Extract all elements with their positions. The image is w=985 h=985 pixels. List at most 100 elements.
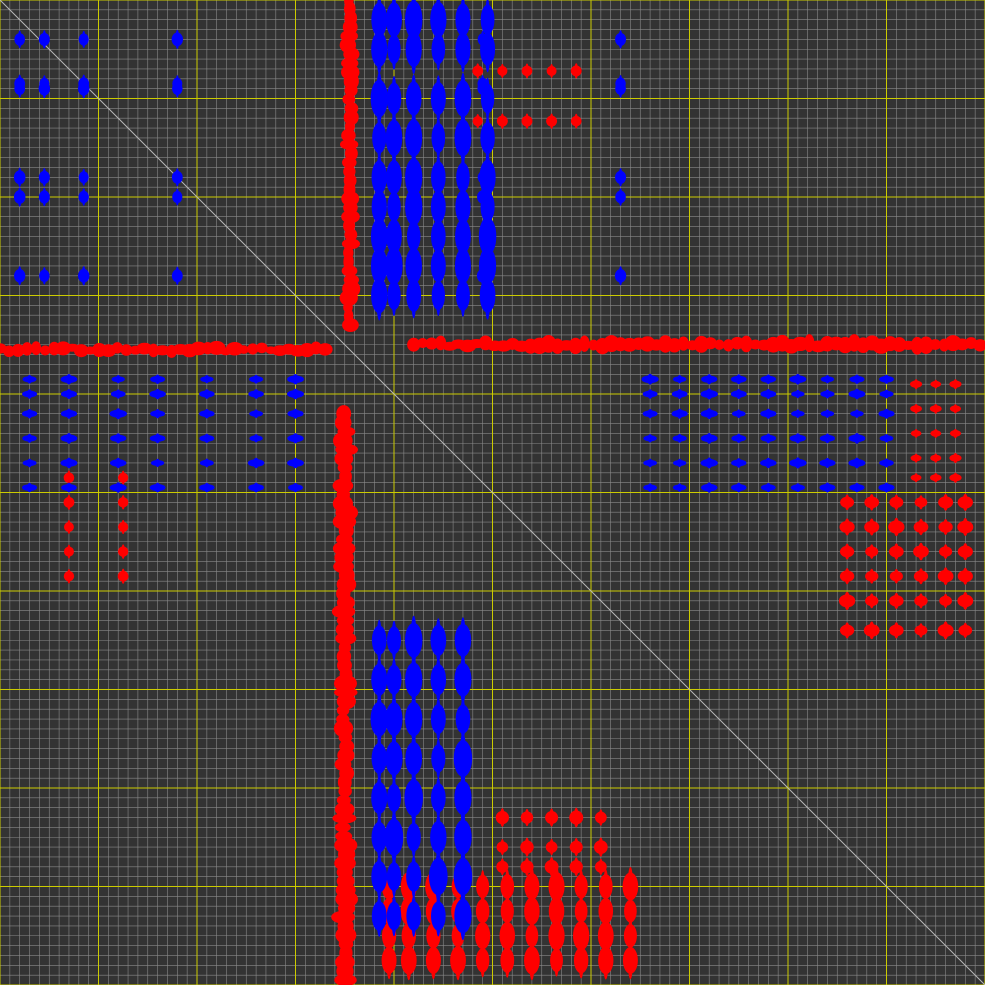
contour-peak-ridge (706, 457, 713, 469)
contour-peak-ridge (854, 374, 860, 384)
contour-peak-ridge (765, 433, 772, 444)
contour-peak-ridge (500, 63, 505, 79)
contour-peak-ridge (480, 79, 485, 98)
nmr-2d-spectrum-plot[interactable] (0, 0, 985, 985)
contour-peak-ridge (736, 433, 742, 443)
contour-peak-ridge (869, 494, 875, 511)
contour-peak-ridge (435, 657, 442, 702)
contour-peak-ridge (292, 482, 299, 493)
contour-peak-ridge (26, 408, 33, 419)
contour-peak-ridge (435, 274, 441, 317)
contour-peak-ridge (869, 518, 875, 536)
contour-peak-ridge (406, 940, 412, 981)
contour-peak-ridge (67, 568, 71, 584)
contour-peak-ridge (504, 943, 510, 978)
contour-peak-ridge (81, 188, 86, 206)
contour-peak-ridge (17, 266, 22, 286)
contour-peak-ridge (390, 811, 398, 864)
contour-peak-ridge (933, 472, 938, 483)
contour-peak-ridge (17, 167, 22, 187)
contour-peak-ridge (918, 568, 924, 585)
contour-peak-ridge (155, 458, 160, 468)
contour-peak-ridge (66, 482, 72, 493)
contour-peak-ridge (81, 266, 86, 286)
contour-band-segment (21, 342, 33, 356)
contour-peak-ridge (953, 428, 958, 439)
contour-peak-ridge (676, 408, 683, 419)
contour-peak-ridge (435, 895, 441, 937)
contour-peak-ridge (933, 428, 938, 438)
contour-band-segment (714, 339, 725, 350)
contour-peak-ridge (962, 622, 968, 639)
contour-peak-ridge (573, 807, 579, 828)
contour-peak-ridge (918, 495, 924, 510)
contour-peak-ridge (459, 655, 466, 704)
contour-peak-ridge (853, 388, 860, 400)
contour-band-segment (334, 822, 351, 833)
contour-peak-ridge (893, 622, 899, 639)
contour-peak-ridge (854, 482, 860, 493)
contour-peak-ridge (27, 433, 33, 443)
contour-peak-ridge (869, 568, 875, 584)
contour-peak-ridge (121, 568, 126, 584)
contour-peak-ridge (376, 854, 382, 899)
contour-peak-ridge (578, 942, 584, 979)
contour-peak-ridge (853, 433, 860, 444)
contour-peak-ridge (524, 837, 530, 857)
contour-peak-ridge (460, 26, 466, 73)
contour-peak-ridge (115, 408, 122, 420)
contour-peak-ridge (549, 63, 554, 78)
contour-peak-ridge (204, 375, 210, 384)
contour-peak-ridge (933, 453, 938, 463)
contour-peak-ridge (962, 592, 969, 610)
contour-peak-ridge (795, 389, 801, 399)
contour-peak-ridge (435, 850, 442, 903)
contour-peak-ridge (175, 29, 180, 49)
contour-peak-ridge (884, 389, 889, 399)
contour-peak-ridge (480, 187, 485, 207)
contour-peak-ridge (26, 482, 33, 493)
contour-peak-ridge (736, 458, 742, 468)
contour-peak-ridge (549, 113, 554, 129)
contour-peak-ridge (376, 24, 383, 75)
contour-peak-ridge (17, 30, 22, 49)
contour-peak-ridge (292, 373, 299, 385)
contour-peak-ridge (844, 518, 850, 536)
contour-peak-ridge (480, 168, 485, 186)
contour-peak-ridge (914, 428, 918, 438)
contour-peak-ridge (573, 857, 579, 877)
contour-peak-ridge (844, 591, 850, 611)
contour-peak-ridge (549, 808, 554, 827)
contour-peak-ridge (376, 815, 382, 859)
contour-peak-ridge (943, 518, 949, 535)
contour-peak-ridge (17, 79, 22, 98)
contour-peak-ridge (765, 482, 771, 493)
contour-peak-ridge (81, 168, 86, 186)
contour-peak-ridge (825, 409, 830, 418)
contour-peak-ridge (677, 483, 683, 492)
contour-peak-ridge (647, 483, 653, 492)
contour-peak-ridge (435, 738, 441, 779)
contour-peak-ridge (918, 542, 924, 561)
contour-peak-ridge (26, 389, 33, 399)
contour-peak-ridge (115, 482, 122, 493)
contour-peak-ridge (480, 266, 485, 286)
contour-peak-ridge (81, 79, 86, 99)
contour-peak-ridge (706, 374, 713, 385)
contour-peak-ridge (460, 111, 466, 164)
contour-peak-ridge (893, 517, 900, 537)
contour-peak-ridge (933, 379, 938, 389)
contour-peak-ridge (794, 373, 801, 385)
contour-peak-ridge (67, 494, 71, 510)
contour-band-segment (317, 343, 333, 356)
contour-peak-ridge (883, 408, 890, 419)
contour-peak-ridge (893, 592, 899, 609)
contour-peak-ridge (460, 274, 466, 317)
contour-peak-ridge (500, 808, 505, 827)
contour-peak-ridge (115, 457, 122, 469)
contour-peak-ridge (475, 114, 480, 129)
contour-peak-ridge (175, 188, 180, 206)
contour-peak-ridge (155, 409, 161, 419)
contour-peak-ridge (883, 458, 890, 468)
contour-peak-ridge (913, 379, 919, 390)
